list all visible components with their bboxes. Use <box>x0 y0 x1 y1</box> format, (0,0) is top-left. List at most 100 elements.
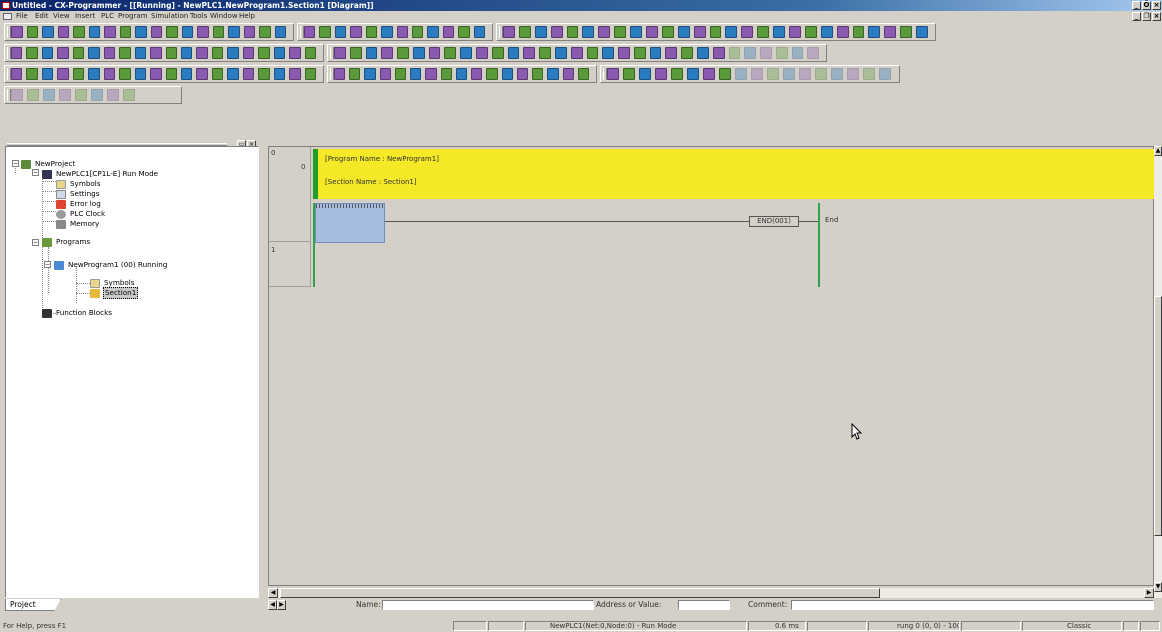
new-icon[interactable] <box>11 26 23 38</box>
tree-item-programs[interactable]: Programs <box>42 237 91 247</box>
delete-icon[interactable] <box>523 47 536 59</box>
sim-run-icon[interactable] <box>349 68 361 80</box>
time-chart-icon[interactable] <box>586 47 599 59</box>
monitor-icon[interactable] <box>334 26 347 38</box>
bookmark-icon[interactable] <box>75 89 87 101</box>
output-icon[interactable] <box>41 68 54 80</box>
menu-plc[interactable]: PLC <box>101 11 114 22</box>
download-icon[interactable] <box>773 26 786 38</box>
online-icon[interactable] <box>709 26 722 38</box>
tree-item-plc-symbols[interactable]: Symbols <box>56 179 102 189</box>
sim-pause-icon[interactable] <box>364 68 376 80</box>
tree-item-program1[interactable]: NewProgram1 (00) Running <box>54 260 168 270</box>
symbols-icon[interactable] <box>623 68 635 80</box>
expand-plc[interactable]: − <box>32 169 39 176</box>
local-var-icon[interactable] <box>791 47 804 59</box>
align-top-icon[interactable] <box>516 68 529 80</box>
or-contact-icon[interactable] <box>211 47 224 59</box>
coil-nc-icon[interactable] <box>289 47 301 59</box>
st-icon[interactable] <box>618 47 630 59</box>
select-icon[interactable] <box>165 47 177 59</box>
replace-all-icon[interactable] <box>630 26 643 38</box>
horizontal-scroll-thumb[interactable] <box>280 588 880 598</box>
run-mode-icon[interactable] <box>836 26 849 38</box>
about-icon[interactable] <box>259 26 271 38</box>
bcd-icon[interactable] <box>719 68 731 80</box>
info-scroll-right[interactable]: ▶ <box>277 600 286 610</box>
cross-reference-icon[interactable] <box>646 26 658 38</box>
online-icon[interactable] <box>319 26 331 38</box>
scroll-up-button[interactable]: ▲ <box>1154 146 1162 156</box>
rung-down-icon[interactable] <box>751 68 763 80</box>
show-rung-icon[interactable] <box>150 47 162 59</box>
align-center-icon[interactable] <box>471 68 483 80</box>
compare-icon[interactable] <box>804 26 817 38</box>
menu-edit[interactable]: Edit <box>35 11 49 22</box>
io-table2-icon[interactable] <box>671 68 683 80</box>
space-icon[interactable] <box>501 68 513 80</box>
rung-comment[interactable]: [Program Name : NewProgram1] [Section Na… <box>313 149 1155 199</box>
cut-icon[interactable] <box>503 26 515 38</box>
outdent-icon[interactable] <box>27 89 39 101</box>
tree-item-memory[interactable]: Memory <box>56 219 100 229</box>
help-icon[interactable] <box>274 26 286 38</box>
contact-nc-icon[interactable] <box>365 47 378 59</box>
zoom-in-icon[interactable] <box>696 47 709 59</box>
error-log-icon[interactable] <box>681 47 693 59</box>
step-out-icon[interactable] <box>410 68 422 80</box>
monitor-ladder-icon[interactable] <box>554 47 567 59</box>
rung-down-icon[interactable] <box>227 68 239 80</box>
upload-icon[interactable] <box>396 26 408 38</box>
step-in-icon[interactable] <box>379 68 391 80</box>
zoom-icon[interactable] <box>57 47 69 59</box>
return-icon[interactable] <box>507 47 520 59</box>
expand-programs[interactable]: − <box>32 239 39 246</box>
set-break-icon[interactable] <box>440 68 452 80</box>
document-icon[interactable] <box>3 13 12 20</box>
symbols-icon[interactable] <box>103 68 116 80</box>
bookmark-clear-icon[interactable] <box>123 89 135 101</box>
doc-close-button[interactable]: × <box>1152 12 1161 21</box>
run-mode-icon[interactable] <box>442 26 455 38</box>
data-trace-icon[interactable] <box>570 47 583 59</box>
comment-icon[interactable] <box>88 47 100 59</box>
sim-stop-icon[interactable] <box>847 68 859 80</box>
hline-icon[interactable] <box>242 47 255 59</box>
undo-icon[interactable] <box>166 26 178 38</box>
or-contact-icon[interactable] <box>381 47 394 59</box>
save-all-icon[interactable] <box>57 26 69 38</box>
end-instruction[interactable]: END(001) <box>749 216 799 227</box>
watch-icon[interactable] <box>57 68 69 80</box>
tree-item-error-log[interactable]: Error log <box>56 199 102 209</box>
name-field[interactable] <box>382 600 594 610</box>
tree-item-project[interactable]: NewProject <box>21 159 76 169</box>
address-field[interactable] <box>678 600 730 610</box>
check-icon[interactable] <box>900 26 913 38</box>
coil-icon[interactable] <box>444 47 457 59</box>
decimal-icon[interactable] <box>687 68 699 80</box>
paste-icon[interactable] <box>534 26 547 38</box>
sim-stop-icon[interactable] <box>334 68 346 80</box>
rung-header-1[interactable]: 1 <box>269 242 311 287</box>
vline-icon[interactable] <box>428 47 441 59</box>
project-icon[interactable] <box>88 68 100 80</box>
sim-start-icon[interactable] <box>831 68 843 80</box>
contact-no-icon[interactable] <box>349 47 362 59</box>
vline-icon[interactable] <box>258 47 270 59</box>
transfer-icon[interactable] <box>365 26 378 38</box>
step-icon[interactable] <box>242 68 255 80</box>
horizontal-scrollbar[interactable]: ◀ ▶ <box>268 588 1154 598</box>
cross-reference-icon[interactable] <box>243 26 255 38</box>
debug-mode-icon[interactable] <box>868 26 881 38</box>
project-icon[interactable] <box>607 68 619 80</box>
monitor-mode-icon[interactable] <box>458 26 470 38</box>
transfer-edit-icon[interactable] <box>815 68 827 80</box>
coil-icon[interactable] <box>273 47 286 59</box>
contact-no-icon[interactable] <box>180 47 193 59</box>
indent-icon[interactable] <box>11 89 23 101</box>
settings-icon[interactable] <box>119 68 131 80</box>
tree-item-settings[interactable]: Settings <box>56 189 100 199</box>
align-right-icon[interactable] <box>486 68 498 80</box>
monitor-icon[interactable] <box>725 26 738 38</box>
memory-map-icon[interactable] <box>134 68 147 80</box>
